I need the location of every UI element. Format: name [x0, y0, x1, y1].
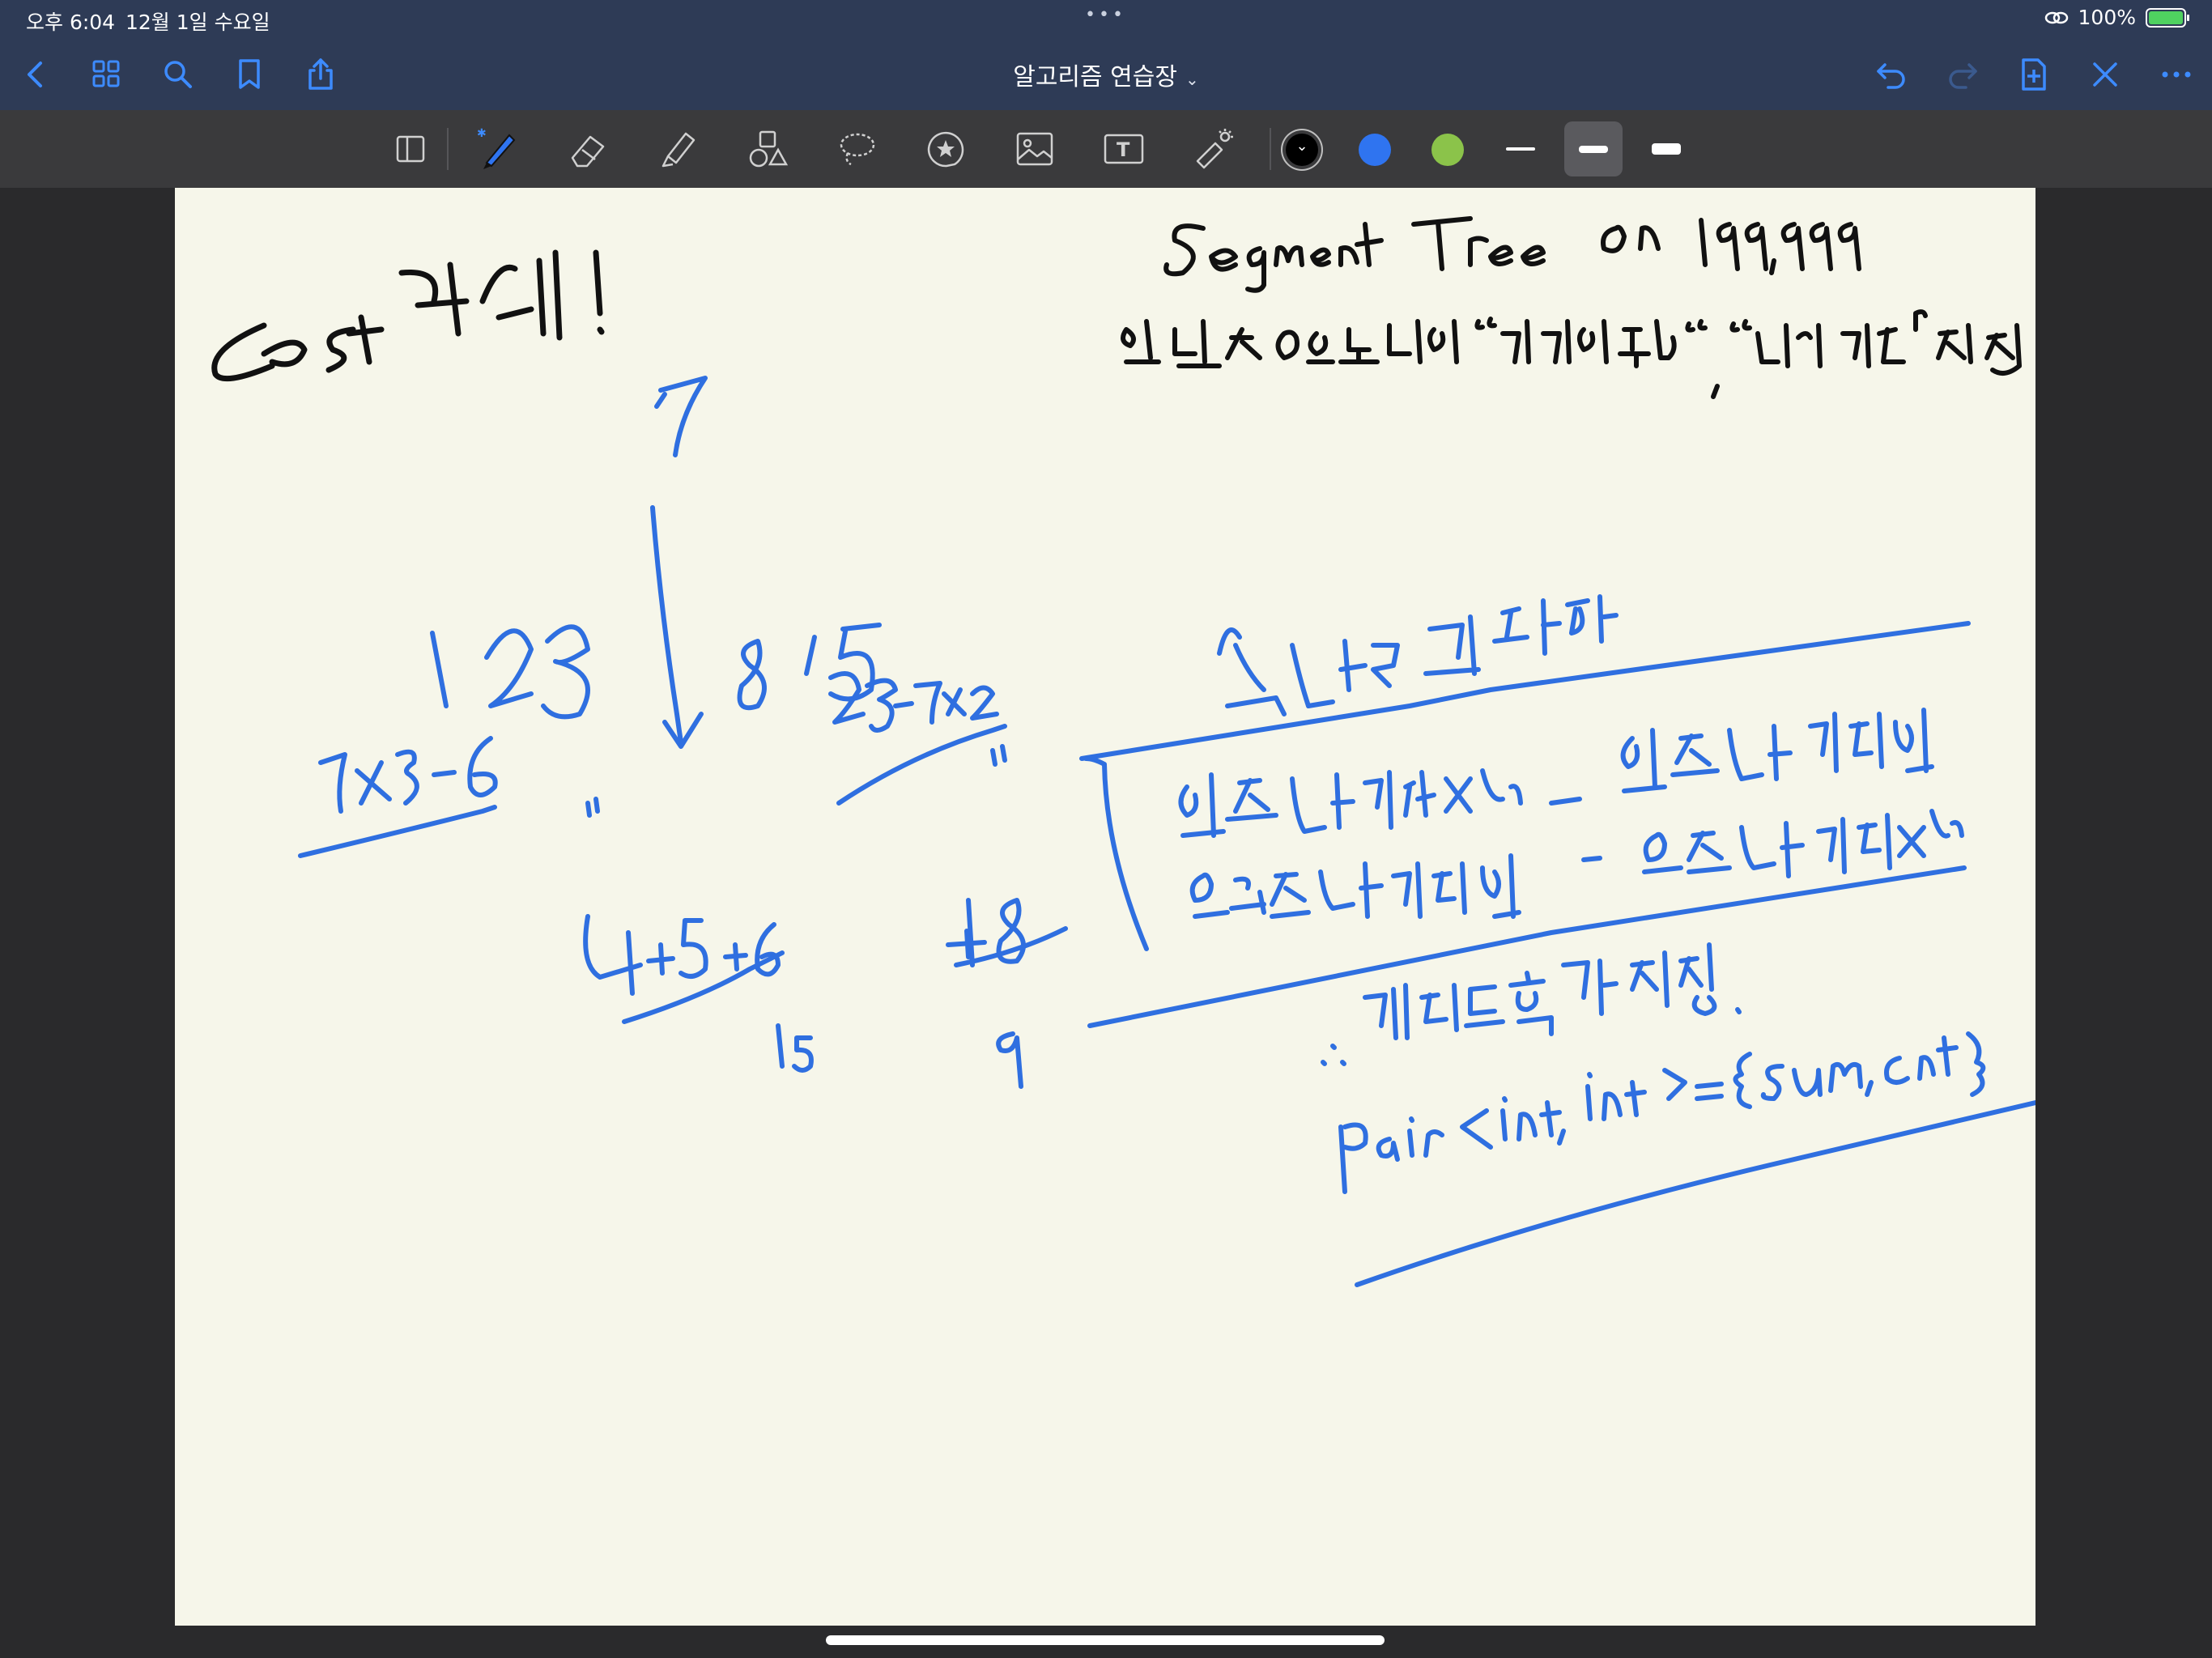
handwriting-layer — [211, 216, 2035, 1287]
battery-percentage: 100% — [2078, 6, 2136, 29]
highlighter-icon[interactable] — [651, 121, 706, 176]
note-page-canvas[interactable] — [175, 188, 2035, 1626]
read-mode-icon[interactable] — [384, 121, 439, 176]
status-date: 12월 1일 수요일 — [125, 11, 270, 34]
black-ink-title-left — [211, 249, 605, 382]
more-icon[interactable] — [2155, 53, 2197, 96]
svg-text:T: T — [1117, 138, 1130, 161]
link-icon — [2044, 11, 2068, 23]
drawing-toolbar: ✱ T ⌄ — [0, 110, 2212, 188]
sticker-icon[interactable] — [918, 121, 973, 176]
close-icon[interactable] — [2084, 53, 2126, 96]
image-icon[interactable] — [1007, 121, 1062, 176]
status-right: 100% — [2044, 6, 2189, 29]
color-black-swatch[interactable]: ⌄ — [1286, 134, 1318, 166]
stroke-medium-option[interactable] — [1564, 121, 1623, 176]
black-ink-title-right — [1163, 216, 1861, 293]
redo-icon[interactable] — [1942, 53, 1984, 96]
status-bar: 오후 6:04 12월 1일 수요일 ••• 100% — [0, 0, 2212, 39]
text-icon[interactable]: T — [1096, 121, 1151, 176]
svg-text:✱: ✱ — [477, 127, 487, 140]
toolbar-divider — [447, 128, 449, 170]
pen-icon[interactable]: ✱ — [473, 121, 528, 176]
status-time: 오후 6:04 — [26, 11, 116, 34]
toolbar-divider — [1270, 128, 1271, 170]
color-green-swatch[interactable] — [1431, 134, 1464, 166]
navigation-bar: 알고리즘 연습장 ⌄ — [0, 39, 2212, 110]
black-ink-subtitle — [1121, 309, 2022, 399]
chevron-down-icon: ⌄ — [1185, 70, 1199, 89]
multitasking-dots-icon[interactable]: ••• — [1085, 5, 1126, 25]
blue-ink-notes — [298, 376, 2035, 1287]
eraser-icon[interactable] — [562, 121, 617, 176]
stroke-thick-option[interactable] — [1637, 121, 1695, 176]
home-indicator[interactable] — [826, 1635, 1385, 1645]
lasso-icon[interactable] — [829, 121, 884, 176]
document-title-text: 알고리즘 연습장 — [1013, 63, 1177, 91]
color-blue-swatch[interactable] — [1359, 134, 1391, 166]
add-page-icon[interactable] — [2013, 53, 2055, 96]
undo-icon[interactable] — [1870, 53, 1912, 96]
shapes-icon[interactable] — [740, 121, 795, 176]
stroke-thin-option[interactable] — [1491, 121, 1550, 176]
laser-pointer-icon[interactable] — [1185, 121, 1240, 176]
chevron-down-icon: ⌄ — [1295, 138, 1308, 155]
battery-icon — [2146, 7, 2189, 28]
